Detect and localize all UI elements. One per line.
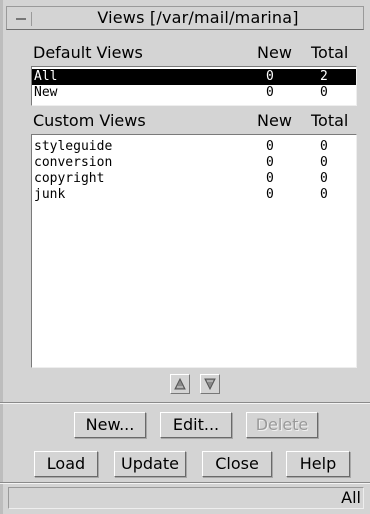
separator xyxy=(0,482,370,484)
default-views-header: Default Views New Total xyxy=(33,43,359,63)
update-button[interactable]: Update xyxy=(114,451,186,477)
list-item[interactable]: styleguide 0 0 xyxy=(32,139,356,155)
view-new-count: 0 xyxy=(266,139,274,154)
list-item[interactable]: All 0 2 xyxy=(32,69,356,85)
custom-views-label: Custom Views xyxy=(33,111,146,130)
custom-views-total-header: Total xyxy=(311,111,349,130)
title-bar[interactable]: Views [/var/mail/marina] xyxy=(6,6,364,30)
default-views-total-header: Total xyxy=(311,43,349,62)
new-view-button[interactable]: New... xyxy=(74,412,146,438)
view-new-count: 0 xyxy=(266,187,274,202)
list-item[interactable]: conversion 0 0 xyxy=(32,155,356,171)
view-new-count: 0 xyxy=(266,155,274,170)
help-button[interactable]: Help xyxy=(286,451,350,477)
window-title: Views [/var/mail/marina] xyxy=(97,8,299,27)
view-total-count: 0 xyxy=(320,155,328,170)
custom-views-list[interactable]: styleguide 0 0 conversion 0 0 copyright … xyxy=(31,134,357,368)
view-new-count: 0 xyxy=(266,171,274,186)
list-item[interactable]: New 0 0 xyxy=(32,85,356,101)
view-name: copyright xyxy=(34,171,105,186)
view-new-count: 0 xyxy=(266,69,274,84)
view-new-count: 0 xyxy=(266,85,274,100)
view-name: All xyxy=(34,69,58,84)
custom-views-header: Custom Views New Total xyxy=(33,111,359,131)
default-views-new-header: New xyxy=(257,43,292,62)
view-name: conversion xyxy=(34,155,113,170)
move-up-arrow-icon[interactable] xyxy=(170,374,190,394)
view-total-count: 0 xyxy=(320,139,328,154)
status-text: All xyxy=(341,488,361,507)
view-total-count: 0 xyxy=(320,187,328,202)
list-item[interactable]: copyright 0 0 xyxy=(32,171,356,187)
view-name: styleguide xyxy=(34,139,113,154)
move-down-arrow-icon[interactable] xyxy=(200,374,220,394)
window-edge xyxy=(0,0,3,514)
view-name: junk xyxy=(34,187,66,202)
status-bar: All xyxy=(8,487,364,509)
view-total-count: 2 xyxy=(320,69,328,84)
close-button[interactable]: Close xyxy=(202,451,272,477)
default-views-label: Default Views xyxy=(33,43,143,62)
custom-views-new-header: New xyxy=(257,111,292,130)
default-views-list[interactable]: All 0 2 New 0 0 xyxy=(31,66,357,106)
reorder-controls xyxy=(170,374,222,396)
window-menu-icon[interactable] xyxy=(13,12,32,26)
view-name: New xyxy=(34,85,58,100)
view-total-count: 0 xyxy=(320,85,328,100)
delete-view-button[interactable]: Delete xyxy=(246,412,318,438)
list-item[interactable]: junk 0 0 xyxy=(32,187,356,203)
views-window: Views [/var/mail/marina] Default Views N… xyxy=(0,0,370,514)
load-button[interactable]: Load xyxy=(34,451,98,477)
edit-view-button[interactable]: Edit... xyxy=(160,412,232,438)
separator xyxy=(0,402,370,404)
view-total-count: 0 xyxy=(320,171,328,186)
